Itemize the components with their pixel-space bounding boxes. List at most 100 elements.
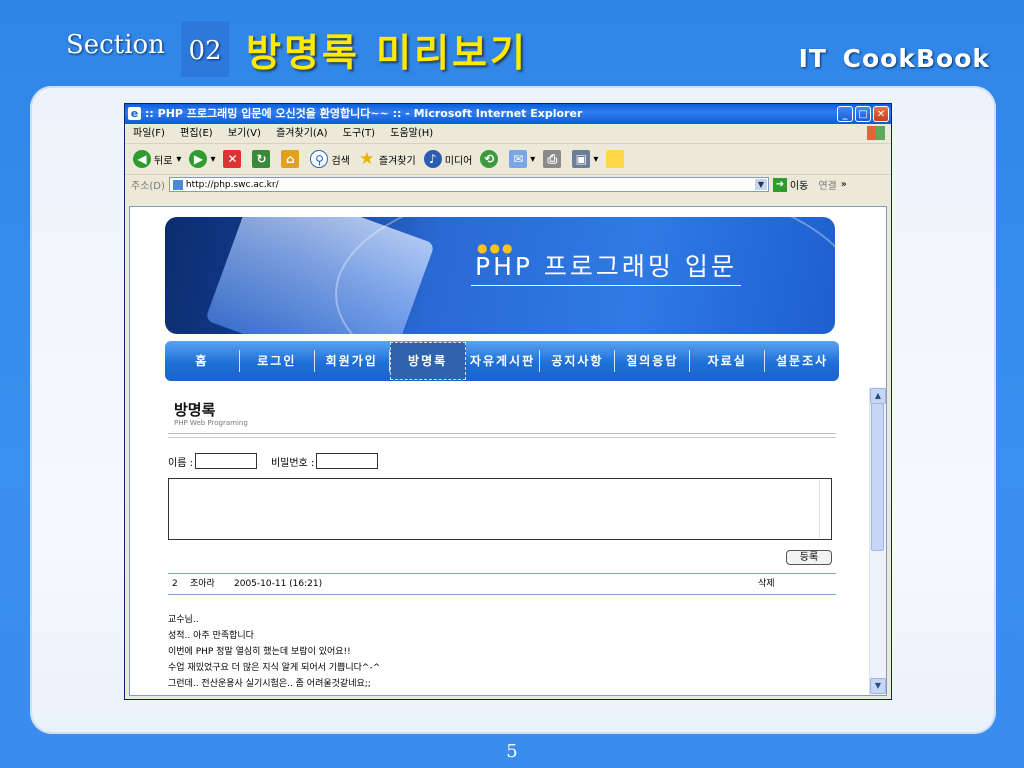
message-scrollbar[interactable] [819, 480, 831, 538]
menu-bar: 파일(F) 편집(E) 보기(V) 즐겨찾기(A) 도구(T) 도움말(H) [125, 124, 891, 144]
menu-file[interactable]: 파일(F) [133, 128, 165, 139]
home-icon: ⌂ [281, 150, 300, 168]
scroll-up-icon[interactable]: ▲ [870, 388, 886, 404]
edit-button[interactable]: ▣ ▾ [572, 150, 598, 168]
stop-icon: ✕ [223, 150, 242, 168]
nav-guestbook[interactable]: 방명록 [389, 342, 466, 380]
edit-window-icon: ▣ [572, 150, 591, 168]
window-titlebar[interactable]: e :: PHP 프로그래밍 입문에 오신것을 환영합니다~~ :: - Mic… [125, 104, 891, 124]
submit-button[interactable]: 등록 [786, 550, 832, 565]
entry-number: 2 [172, 579, 178, 589]
nav-archive[interactable]: 자료실 [690, 350, 766, 372]
entry-header: 2 조아라 2005-10-11 (16:21) 삭제 [168, 573, 836, 595]
links-label[interactable]: 연결 [818, 177, 836, 192]
menu-tools[interactable]: 도구(T) [343, 128, 375, 139]
maximize-button[interactable]: □ [855, 106, 871, 122]
scroll-down-icon[interactable]: ▼ [870, 678, 886, 694]
history-icon: ⟲ [480, 150, 499, 168]
browser-toolbar: ◀ 뒤로 ▾ ▶ ▾ ✕ ↻ ⌂ ⚲ 검색 ★ 즐겨찾기 ♪ 미디어 ⟲ ✉ ▾… [125, 144, 891, 175]
delete-link[interactable]: 삭제 [758, 574, 775, 594]
windows-logo-icon [867, 126, 885, 140]
nav-login[interactable]: 로그인 [240, 350, 315, 372]
back-button[interactable]: ◀ 뒤로 ▾ [133, 150, 181, 168]
entry-date: 2005-10-11 (16:21) [234, 579, 323, 589]
back-dropdown-icon: ▾ [176, 153, 182, 165]
links-chevron-icon[interactable]: » [841, 179, 847, 190]
address-bar: 주소(D) http://php.swc.ac.kr/ ▼ ➔ 이동 연결 » [125, 175, 891, 194]
entry-line: 이번에 PHP 정말 열심히 했는데 보람이 있어요!! [168, 647, 351, 657]
printer-icon: ⎙ [543, 150, 562, 168]
window-title: :: PHP 프로그래밍 입문에 오신것을 환영합니다~~ :: - Micro… [145, 107, 583, 120]
favorites-button[interactable]: ★ 즐겨찾기 [358, 149, 415, 169]
menu-favorites[interactable]: 즐겨찾기(A) [276, 128, 327, 139]
site-nav: 홈 로그인 회원가입 방명록 자유게시판 공지사항 질의응답 자료실 설문조사 [165, 341, 839, 381]
banner-title: PHP 프로그래밍 입문 [471, 247, 741, 286]
address-dropdown-icon[interactable]: ▼ [754, 179, 767, 190]
page-scrollbar[interactable]: ▲ ▼ [869, 387, 886, 695]
name-input[interactable] [194, 453, 257, 469]
entry-author: 조아라 [190, 579, 215, 589]
forward-button[interactable]: ▶ ▾ [189, 150, 215, 168]
refresh-button[interactable]: ↻ [252, 150, 273, 168]
media-label: 미디어 [444, 155, 473, 167]
window-controls: _ □ ✕ [837, 106, 889, 122]
nav-notice[interactable]: 공지사항 [540, 350, 616, 372]
password-label: 비밀번호 : [270, 457, 315, 469]
messenger-button[interactable] [606, 150, 627, 168]
notes-icon [606, 150, 625, 168]
media-icon: ♪ [423, 150, 442, 168]
back-label: 뒤로 [154, 155, 173, 167]
search-button[interactable]: ⚲ 검색 [310, 150, 350, 168]
menu-view[interactable]: 보기(V) [228, 128, 261, 139]
nav-home[interactable]: 홈 [165, 350, 240, 372]
close-button[interactable]: ✕ [873, 106, 889, 122]
scroll-thumb[interactable] [871, 403, 884, 551]
site-banner: ●●● PHP 프로그래밍 입문 [165, 217, 835, 334]
menu-edit[interactable]: 편집(E) [180, 128, 213, 139]
section-number: 02 [181, 21, 229, 77]
mail-button[interactable]: ✉ ▾ [509, 150, 535, 168]
go-label: 이동 [789, 181, 809, 192]
password-input[interactable] [316, 453, 379, 469]
entry-body: 교수님.. 성적.. 아주 만족합니다 이번에 PHP 정말 열심히 했는데 보… [168, 612, 380, 692]
entry-line: 수업 재밌었구요 더 많은 지식 알게 되어서 기쁩니다^-^ [168, 663, 381, 673]
ie-icon: e [128, 107, 141, 120]
page-icon [172, 179, 183, 190]
go-arrow-icon: ➔ [772, 177, 787, 192]
home-button[interactable]: ⌂ [281, 150, 302, 168]
mail-icon: ✉ [509, 150, 528, 168]
address-value: http://php.swc.ac.kr/ [185, 179, 279, 190]
guestbook-form-row: 이름 : 비밀번호 : [168, 453, 392, 469]
history-button[interactable]: ⟲ [480, 150, 501, 168]
mail-dropdown-icon: ▾ [530, 153, 536, 165]
entry-line: 성적.. 아주 만족합니다 [168, 631, 254, 641]
entry-line: 그런데.. 전산운용사 실기시험은.. 좀 어려울것같네요;; [168, 679, 371, 689]
forward-dropdown-icon: ▾ [210, 153, 216, 165]
nav-survey[interactable]: 설문조사 [765, 350, 839, 372]
guestbook-subtitle: PHP Web Programing [174, 419, 248, 427]
forward-arrow-icon: ▶ [189, 150, 208, 168]
go-button[interactable]: ➔ 이동 [772, 177, 809, 192]
minimize-button[interactable]: _ [837, 106, 853, 122]
refresh-icon: ↻ [252, 150, 271, 168]
guestbook-title: 방명록 [174, 401, 216, 419]
browser-window: e :: PHP 프로그래밍 입문에 오신것을 환영합니다~~ :: - Mic… [124, 103, 892, 700]
search-label: 검색 [331, 155, 350, 167]
entry-line: 교수님.. [168, 615, 199, 625]
stop-button[interactable]: ✕ [223, 150, 244, 168]
search-icon: ⚲ [310, 150, 329, 168]
slide-page-number: 5 [506, 741, 518, 762]
name-label: 이름 : [168, 457, 193, 469]
nav-qna[interactable]: 질의응답 [615, 350, 691, 372]
nav-free-board[interactable]: 자유게시판 [466, 350, 541, 372]
menu-help[interactable]: 도움말(H) [390, 128, 433, 139]
page-viewport: ●●● PHP 프로그래밍 입문 홈 로그인 회원가입 방명록 자유게시판 공지… [129, 206, 887, 696]
brand-logo-text: IT CookBook [798, 44, 990, 73]
message-textarea[interactable] [168, 478, 832, 540]
nav-signup[interactable]: 회원가입 [315, 350, 390, 372]
star-icon: ★ [359, 149, 375, 169]
print-button[interactable]: ⎙ [543, 150, 564, 168]
slide-title: 방명록 미리보기 [246, 30, 528, 75]
media-button[interactable]: ♪ 미디어 [423, 150, 473, 168]
address-input[interactable]: http://php.swc.ac.kr/ ▼ [168, 177, 769, 192]
